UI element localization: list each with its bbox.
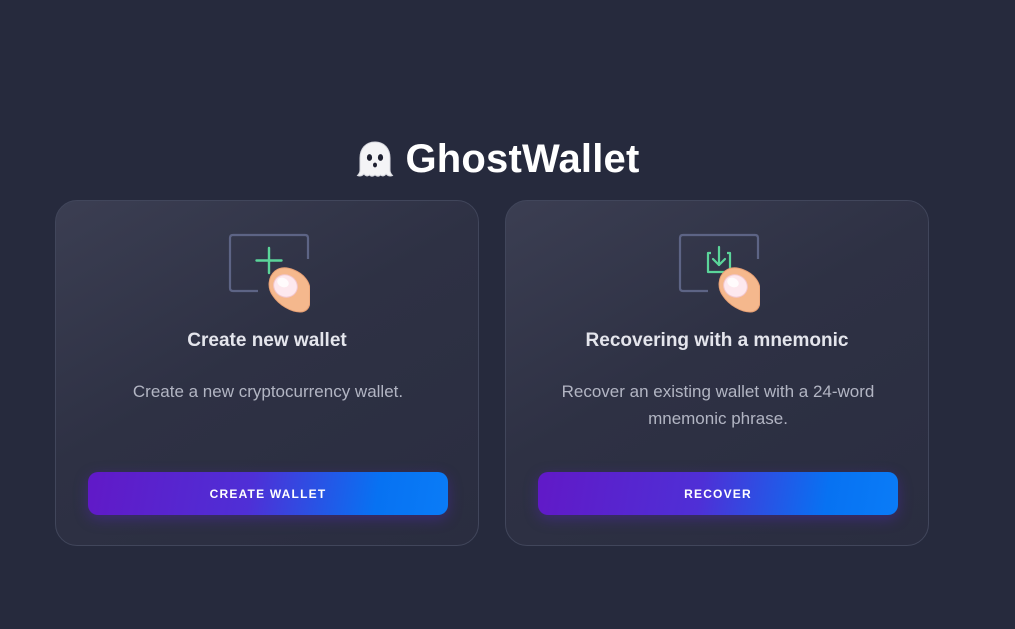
create-wallet-button[interactable]: CREATE WALLET: [88, 472, 448, 515]
recover-wallet-card: Recovering with a mnemonic Recover an ex…: [505, 200, 929, 546]
welcome-page: GhostWallet Create new wallet Create a n…: [0, 0, 1015, 629]
card-title: Recovering with a mnemonic: [585, 330, 849, 351]
card-title: Create new wallet: [187, 330, 347, 351]
card-description: Recover an existing wallet with a 24-wor…: [561, 382, 875, 428]
add-wallet-tap-icon: [228, 233, 311, 315]
card-description: Create a new cryptocurrency wallet.: [132, 382, 404, 401]
app-title: GhostWallet: [405, 136, 640, 181]
ghost-icon: [355, 139, 395, 179]
import-wallet-tap-icon: [678, 233, 761, 315]
recover-button[interactable]: RECOVER: [538, 472, 898, 515]
brand-header: GhostWallet: [0, 134, 1015, 184]
create-wallet-card: Create new wallet Create a new cryptocur…: [55, 200, 479, 546]
brand-group: GhostWallet: [355, 137, 639, 182]
